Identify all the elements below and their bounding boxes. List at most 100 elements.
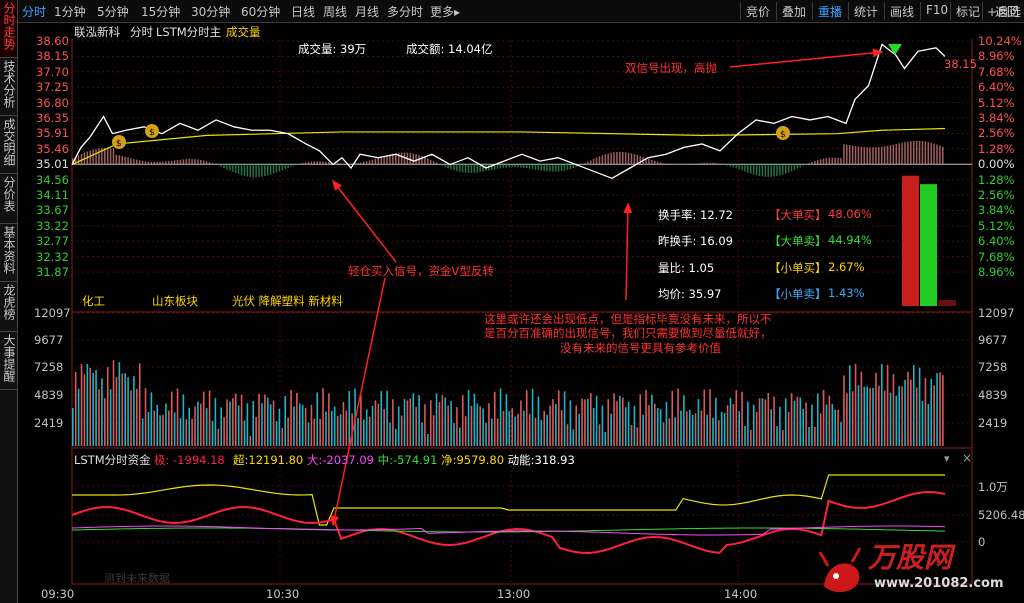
momentum-bar [843,144,845,165]
momentum-bar [124,156,126,165]
period-monthly[interactable]: 月线 [355,3,379,20]
momentum-bar [744,164,746,172]
period-multi[interactable]: 多分时 [387,3,423,20]
momentum-bar [284,164,286,170]
momentum-bar [741,164,743,171]
volume-bar [424,404,426,446]
close-icon[interactable]: × [962,451,972,465]
sector-concepts[interactable]: 光伏 降解塑料 新材料 [232,293,343,309]
price-tick: 35.91 [36,126,69,141]
volume-bar [74,372,77,446]
volume-bar [767,392,770,446]
replay-button[interactable]: 重播 [818,3,842,20]
price-tick: 38.60 [36,34,69,48]
momentum-bar [869,147,871,165]
mark-button[interactable]: 标记 [956,3,980,20]
momentum-bar [307,161,310,165]
volume-bar [528,413,531,446]
momentum-bar [889,145,892,165]
fund-item-value: -574.91 [393,453,442,467]
momentum-bar [409,152,412,165]
indicator-name[interactable]: LSTM分时主 [156,24,221,40]
price-tick: 32.77 [36,234,69,249]
volume-bar [281,427,284,446]
momentum-bar [165,161,167,165]
momentum-bar [249,164,252,177]
volume-bar [360,395,362,446]
volume-bar [808,426,810,446]
volume-bar [95,369,97,446]
momentum-bar [799,164,801,168]
volume-bar [846,393,848,446]
momentum-bar [924,141,927,165]
period-5min[interactable]: 5分钟 [97,3,129,20]
momentum-bar [880,146,883,165]
volume-bar [790,393,793,446]
fund-panel-title[interactable]: LSTM分时资金 [74,452,151,468]
momentum-bar [136,159,138,165]
tab-profile[interactable]: 基本资料 [0,224,17,282]
collapse-icon[interactable]: ▾ [944,452,950,465]
volume-bar [572,429,575,446]
overlay-button[interactable]: 叠加 [782,3,806,20]
draw-line-button[interactable]: 画线 [890,3,914,20]
volume-bar [319,418,321,446]
volume-bar [560,410,563,446]
volume-bar [540,419,543,446]
period-15min[interactable]: 15分钟 [141,3,180,20]
stats-button[interactable]: 统计 [854,3,878,20]
volume-bar [197,401,199,446]
period-intraday[interactable]: 分时 [22,3,46,20]
momentum-bar [528,164,531,169]
percent-tick: 7.68% [978,64,1015,79]
back-button[interactable]: 返回 [995,3,1019,20]
sector-shandong[interactable]: 山东板块 [152,293,198,309]
volume-bar [365,409,368,446]
momentum-bar [182,159,185,165]
period-1min[interactable]: 1分钟 [54,3,86,20]
sector-chem[interactable]: 化工 [82,293,105,309]
volume-bar [133,376,135,446]
tab-events[interactable]: 大事提醒 [0,332,17,390]
momentum-bar [456,164,458,172]
volume-bar [782,429,784,446]
volume-bar [322,388,324,446]
volume-bar [272,400,275,446]
tab-intraday[interactable]: 分时走势 [0,0,17,58]
tab-trade-detail[interactable]: 成交明细 [0,116,17,174]
tab-price-table[interactable]: 分价表 [0,174,17,224]
volume-label: 成交量 [226,25,261,39]
tab-technical[interactable]: 技术分析 [0,58,17,116]
period-30min[interactable]: 30分钟 [191,3,230,20]
fund-item-label: 动能: [507,453,535,467]
momentum-bar [677,164,679,165]
tab-label: 技术分析 [2,60,16,108]
momentum-bar [205,161,208,165]
stock-name: 联泓新科 [74,25,120,39]
momentum-bar [98,148,100,165]
percent-tick: 2.56% [978,126,1015,141]
volume-bar [290,390,292,446]
period-more[interactable]: 更多▸ [430,3,460,20]
period-weekly[interactable]: 周线 [323,3,347,20]
volume-tick: 4839 [34,388,64,402]
volume-bar [816,393,819,446]
auction-button[interactable]: 竞价 [746,3,770,20]
momentum-bar [598,156,601,165]
volume-bar [89,367,92,446]
volume-bar [639,394,642,446]
momentum-bar [537,164,540,171]
momentum-bar [595,157,598,165]
tab-dragon-tiger[interactable]: 龙虎榜 [0,282,17,332]
volume-bar [735,390,738,446]
period-daily[interactable]: 日线 [291,3,315,20]
volume-bar [773,396,775,446]
volume-bar [374,400,377,446]
momentum-bar [659,162,662,165]
period-60min[interactable]: 60分钟 [241,3,280,20]
momentum-bar [863,147,866,165]
f10-button[interactable]: F10 [926,3,948,17]
volume-bar [592,407,595,446]
tab-label: 龙虎榜 [2,284,16,320]
volume-bar [453,423,455,446]
